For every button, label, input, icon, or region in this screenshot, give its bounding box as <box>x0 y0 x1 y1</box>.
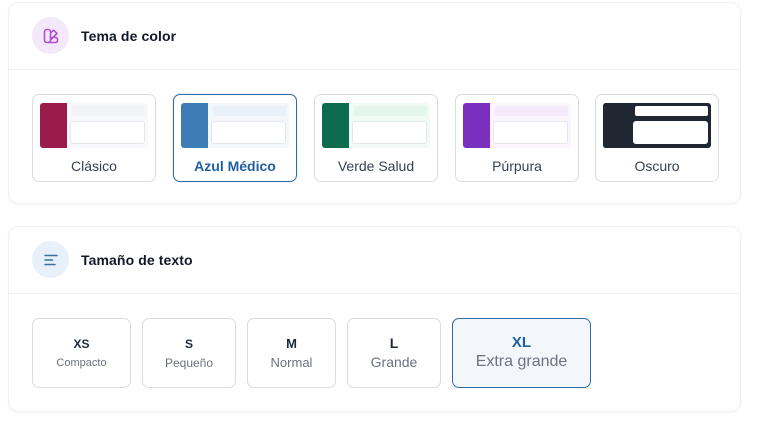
theme-option-verde-salud[interactable]: Verde Salud <box>314 94 438 182</box>
theme-option-label: Oscuro <box>634 158 680 174</box>
text-size-card: Tamaño de texto XS Compacto S Pequeño M … <box>8 226 741 412</box>
theme-option-label: Púrpura <box>492 158 542 174</box>
theme-preview <box>603 103 711 148</box>
text-align-icon <box>32 241 69 278</box>
size-code: L <box>389 335 399 351</box>
theme-preview <box>322 103 430 148</box>
size-code: S <box>184 337 193 351</box>
theme-option-label: Verde Salud <box>337 158 415 174</box>
theme-card-header: Tema de color <box>9 3 740 70</box>
size-name: Normal <box>270 355 313 370</box>
theme-option-purpura[interactable]: Púrpura <box>455 94 579 182</box>
theme-option-azul-medico[interactable]: Azul Médico <box>173 94 297 182</box>
theme-option-oscuro[interactable]: Oscuro <box>595 94 719 182</box>
size-name: Pequeño <box>164 356 214 370</box>
theme-color-card: Tema de color Clásico Azul Médico Verde … <box>8 2 741 204</box>
text-size-option-m[interactable]: M Normal <box>247 318 336 388</box>
text-size-option-xl[interactable]: XL Extra grande <box>452 318 591 388</box>
size-code: XS <box>73 337 90 351</box>
size-code: XL <box>511 334 532 351</box>
size-name: Compacto <box>56 357 107 369</box>
theme-option-clasico[interactable]: Clásico <box>32 94 156 182</box>
theme-section-title: Tema de color <box>81 28 177 44</box>
theme-option-label: Clásico <box>71 158 117 174</box>
text-size-section-title: Tamaño de texto <box>81 252 193 268</box>
theme-preview <box>463 103 571 148</box>
text-size-option-s[interactable]: S Pequeño <box>142 318 236 388</box>
theme-preview <box>181 103 289 148</box>
theme-option-label: Azul Médico <box>194 158 276 174</box>
text-size-option-xs[interactable]: XS Compacto <box>32 318 131 388</box>
text-size-option-l[interactable]: L Grande <box>347 318 441 388</box>
text-size-card-header: Tamaño de texto <box>9 227 740 294</box>
theme-preview <box>40 103 148 148</box>
size-name: Grande <box>370 354 418 370</box>
size-name: Extra grande <box>475 353 568 370</box>
size-code: M <box>286 336 297 351</box>
palette-icon <box>32 17 69 54</box>
